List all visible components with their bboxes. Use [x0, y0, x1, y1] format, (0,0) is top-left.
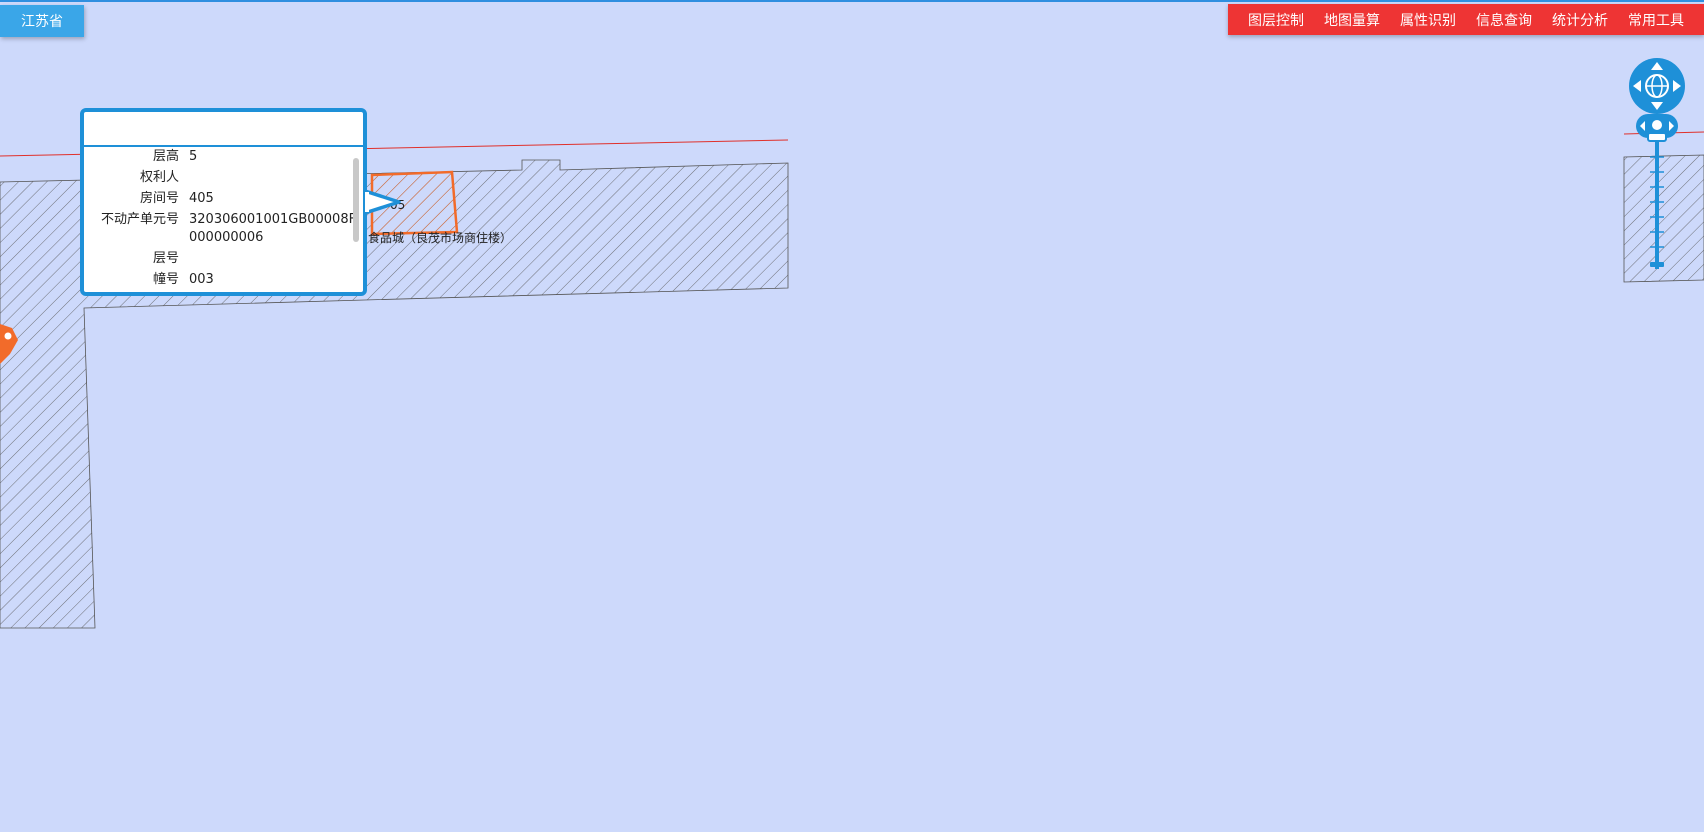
- attr-key: 房间号: [139, 191, 179, 206]
- popup-body[interactable]: 层高 5 权利人 房间号 405 不动产单元号 320306001001GB00…: [84, 148, 363, 292]
- toolbar-info-query[interactable]: 信息查询: [1476, 10, 1532, 30]
- building-label: 食品城（良茂市场商住楼）: [368, 230, 512, 245]
- region-selector[interactable]: 江苏省: [0, 5, 84, 37]
- attr-value: 405: [189, 191, 214, 206]
- popup-scrollbar[interactable]: [353, 158, 359, 242]
- attr-key: 权利人: [139, 170, 179, 185]
- toolbar-attribute-identify[interactable]: 属性识别: [1400, 10, 1456, 30]
- attribute-popup: 层高 5 权利人 房间号 405 不动产单元号 320306001001GB00…: [80, 108, 367, 296]
- attr-value: 5: [189, 149, 198, 164]
- globe-pan-icon[interactable]: [1629, 58, 1685, 114]
- location-marker-dot: [4, 332, 12, 340]
- attr-value: 003: [189, 272, 214, 287]
- top-toolbar: 图层控制 地图量算 属性识别 信息查询 统计分析 常用工具: [1228, 4, 1704, 35]
- attr-row-room-number: 房间号 405: [84, 190, 363, 208]
- attr-row-building-number: 幢号 003: [84, 271, 363, 289]
- toolbar-map-measure[interactable]: 地图量算: [1324, 10, 1380, 30]
- attr-value: [189, 169, 357, 187]
- zoom-slider[interactable]: [1647, 132, 1667, 269]
- attr-value: [189, 250, 357, 268]
- map-view[interactable]: 05 食品城（良茂市场商住楼） 江苏省 图层控制 地图量算 属性识别 信息查询 …: [0, 0, 1704, 832]
- attr-row-floor-height: 层高 5: [84, 148, 363, 166]
- toolbar-statistics[interactable]: 统计分析: [1552, 10, 1608, 30]
- popup-header: [84, 112, 363, 147]
- toolbar-common-tools[interactable]: 常用工具: [1628, 10, 1684, 30]
- attr-key: 层高: [152, 149, 179, 164]
- attr-row-owner: 权利人: [84, 169, 363, 187]
- attr-key: 幢号: [152, 272, 179, 287]
- attr-value: 320306001001GB00008F000000006: [189, 212, 357, 245]
- attr-key: 不动产单元号: [100, 212, 179, 227]
- popup-pointer: [365, 189, 401, 215]
- map-navigation-control: [1628, 57, 1686, 277]
- attr-row-floor-number: 层号: [84, 250, 363, 268]
- attr-key: 层号: [152, 251, 179, 266]
- attr-row-unit-number: 不动产单元号 320306001001GB00008F000000006: [84, 211, 363, 247]
- toolbar-layer-control[interactable]: 图层控制: [1248, 10, 1304, 30]
